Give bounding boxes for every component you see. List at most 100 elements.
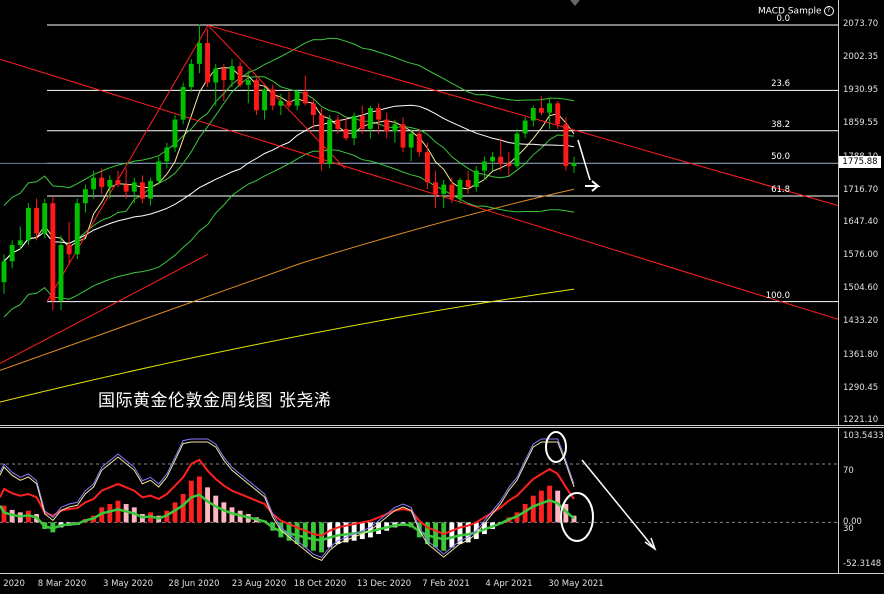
- candle-body: [25, 207, 31, 241]
- candle-body: [9, 245, 15, 262]
- candle-body: [514, 133, 520, 167]
- candle-body: [376, 107, 382, 120]
- candle-body: [319, 114, 325, 164]
- macd-axis-label: 103.5433: [843, 431, 884, 441]
- annotation-arrow-line: [581, 459, 654, 548]
- annotation-circle-top: [545, 431, 567, 463]
- candle-body: [465, 179, 471, 187]
- macd-histogram-bar: [115, 500, 121, 523]
- forecast-arrow-line: [577, 139, 591, 181]
- macd-axis[interactable]: 103.5433 70 0.00 30 -52.3148: [838, 428, 884, 573]
- time-axis-label: 8 Mar 2020: [37, 579, 87, 589]
- candle-body: [538, 107, 544, 113]
- macd-histogram-bar: [205, 487, 211, 523]
- macd-axis-label: 70: [843, 466, 854, 476]
- candle-body: [42, 203, 48, 234]
- current-price-tag: 1775.88: [839, 156, 881, 168]
- macd-axis-label: 30: [843, 524, 854, 534]
- price-chart-canvas[interactable]: [0, 0, 838, 425]
- candle-body: [115, 179, 121, 185]
- macd-axis-label: -52.3148: [843, 559, 882, 569]
- macd-histogram-bar: [327, 522, 333, 548]
- candle-body: [123, 184, 129, 192]
- candle-body: [400, 124, 406, 148]
- candle-body: [34, 207, 40, 234]
- time-axis-label: 18 Oct 2020: [293, 579, 347, 589]
- macd-histogram-bar: [538, 490, 544, 523]
- candle-body: [302, 91, 308, 104]
- macd-histogram-bar: [180, 494, 186, 523]
- candle-body: [408, 133, 414, 148]
- candle-body: [481, 161, 487, 171]
- candle-body: [563, 124, 569, 167]
- channel-upper-trendline: [207, 24, 838, 207]
- candle-body: [156, 161, 162, 181]
- time-axis[interactable]: n 2020 8 Mar 2020 3 May 2020 28 Jun 2020 23 …: [0, 573, 884, 594]
- fib-level-label: 61.8: [771, 185, 790, 196]
- candle-body: [229, 66, 235, 81]
- candle-body: [205, 42, 211, 83]
- candle-body: [131, 182, 137, 192]
- candle-body: [433, 182, 439, 194]
- macd-histogram-bar: [302, 522, 308, 548]
- fib-level-label: 23.6: [771, 79, 790, 90]
- candle-body: [172, 119, 178, 148]
- price-axis-label: 1504.60: [843, 283, 879, 294]
- chart-shift-marker[interactable]: [570, 0, 580, 6]
- candle-body: [441, 184, 447, 194]
- macd-histogram-bar: [196, 476, 202, 523]
- candle-body: [498, 156, 504, 164]
- time-axis-label: 13 Dec 2020: [356, 579, 412, 589]
- price-axis-label: 1716.70: [843, 184, 879, 195]
- candle-body: [50, 203, 56, 301]
- price-axis-label: 1361.80: [843, 349, 879, 360]
- candle-body: [310, 103, 316, 115]
- candle-body: [424, 152, 430, 183]
- indicator-settings-icon[interactable]: ?: [823, 6, 834, 16]
- candle-body: [384, 119, 390, 132]
- candle-body: [139, 182, 145, 199]
- price-axis-label: 1647.40: [843, 217, 879, 227]
- time-axis-label: 7 Feb 2021: [422, 579, 470, 589]
- candle-body: [449, 184, 455, 199]
- price-axis-label: 1859.55: [843, 118, 879, 129]
- macd-histogram-bar: [530, 495, 536, 523]
- macd-histogram-bar: [441, 522, 447, 551]
- candle-body: [245, 80, 251, 85]
- macd-histogram-bar: [221, 502, 227, 523]
- candle-body: [66, 245, 72, 255]
- candle-body: [253, 80, 259, 111]
- macd-histogram-bar: [107, 504, 113, 523]
- price-axis[interactable]: 2073.702002.351930.951859.551788.101716.…: [838, 0, 884, 425]
- time-axis-label: 23 Aug 2020: [231, 579, 287, 589]
- macd-canvas[interactable]: [0, 428, 838, 573]
- support-trendline: [0, 253, 209, 364]
- mt4-chart-window[interactable]: 0.0 23.6 38.2 50.0 61.8 100.0 MACD Sample? 国际…: [0, 0, 884, 594]
- price-axis-label: 1221.10: [843, 415, 879, 425]
- candle-body: [221, 68, 227, 81]
- candle-body: [506, 163, 512, 167]
- ma-long-line: [0, 188, 575, 371]
- time-axis-label: n 2020: [0, 579, 25, 589]
- forecast-arrow-head: [585, 180, 601, 192]
- candle-body: [213, 68, 219, 83]
- macd-histogram-bar: [449, 522, 455, 548]
- candle-body: [457, 179, 463, 199]
- candle-body: [367, 107, 373, 129]
- candle-body: [74, 203, 80, 255]
- candle-body: [180, 87, 186, 120]
- price-axis-label: 2073.70: [843, 19, 879, 29]
- macd-histogram-bar: [319, 522, 325, 553]
- candle-body: [58, 245, 64, 301]
- macd-histogram-bar: [433, 522, 439, 548]
- indicator-title: MACD Sample?: [758, 6, 834, 17]
- fib-level-label: 50.0: [771, 152, 790, 163]
- price-chart-pane[interactable]: 0.0 23.6 38.2 50.0 61.8 100.0: [0, 0, 838, 425]
- macd-histogram-bar: [310, 522, 316, 551]
- candle-body: [392, 124, 398, 132]
- macd-pane[interactable]: [0, 428, 838, 573]
- candle-body: [530, 107, 536, 121]
- candle-body: [522, 120, 528, 134]
- bollinger-upper-line: [3, 37, 575, 206]
- candle-body: [91, 177, 97, 190]
